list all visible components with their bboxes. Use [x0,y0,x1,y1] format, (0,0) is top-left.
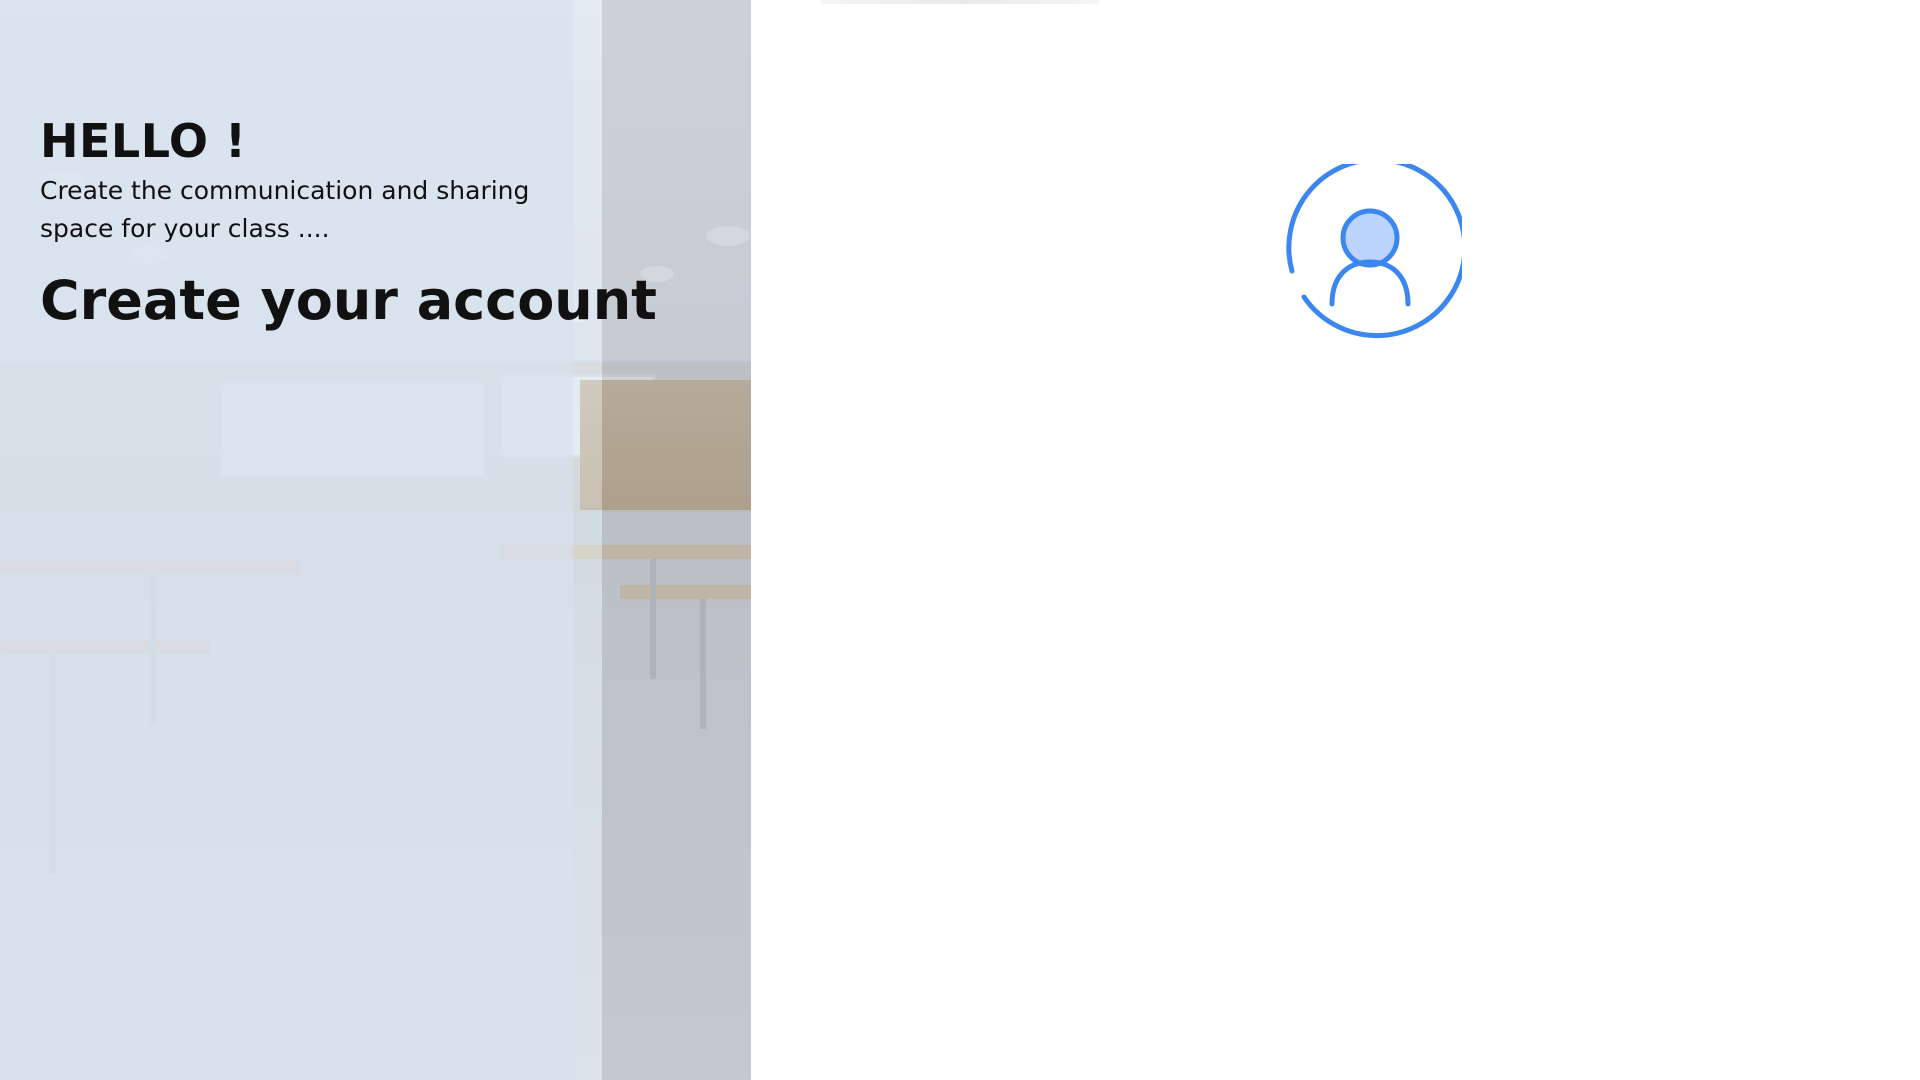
avatar[interactable] [1278,157,1468,348]
top-edge-shadow [820,0,1100,4]
hero-text: HELLO ! Create the communication and sha… [40,112,657,336]
hero-panel: HELLO ! Create the communication and sha… [0,0,751,1080]
user-avatar-icon [1286,157,1468,339]
greeting-heading: HELLO ! [40,114,247,168]
page-title: Create your account [40,269,657,332]
panel-dim-strip [602,0,751,1080]
hero-subtitle: Create the communication and sharing spa… [40,176,530,243]
